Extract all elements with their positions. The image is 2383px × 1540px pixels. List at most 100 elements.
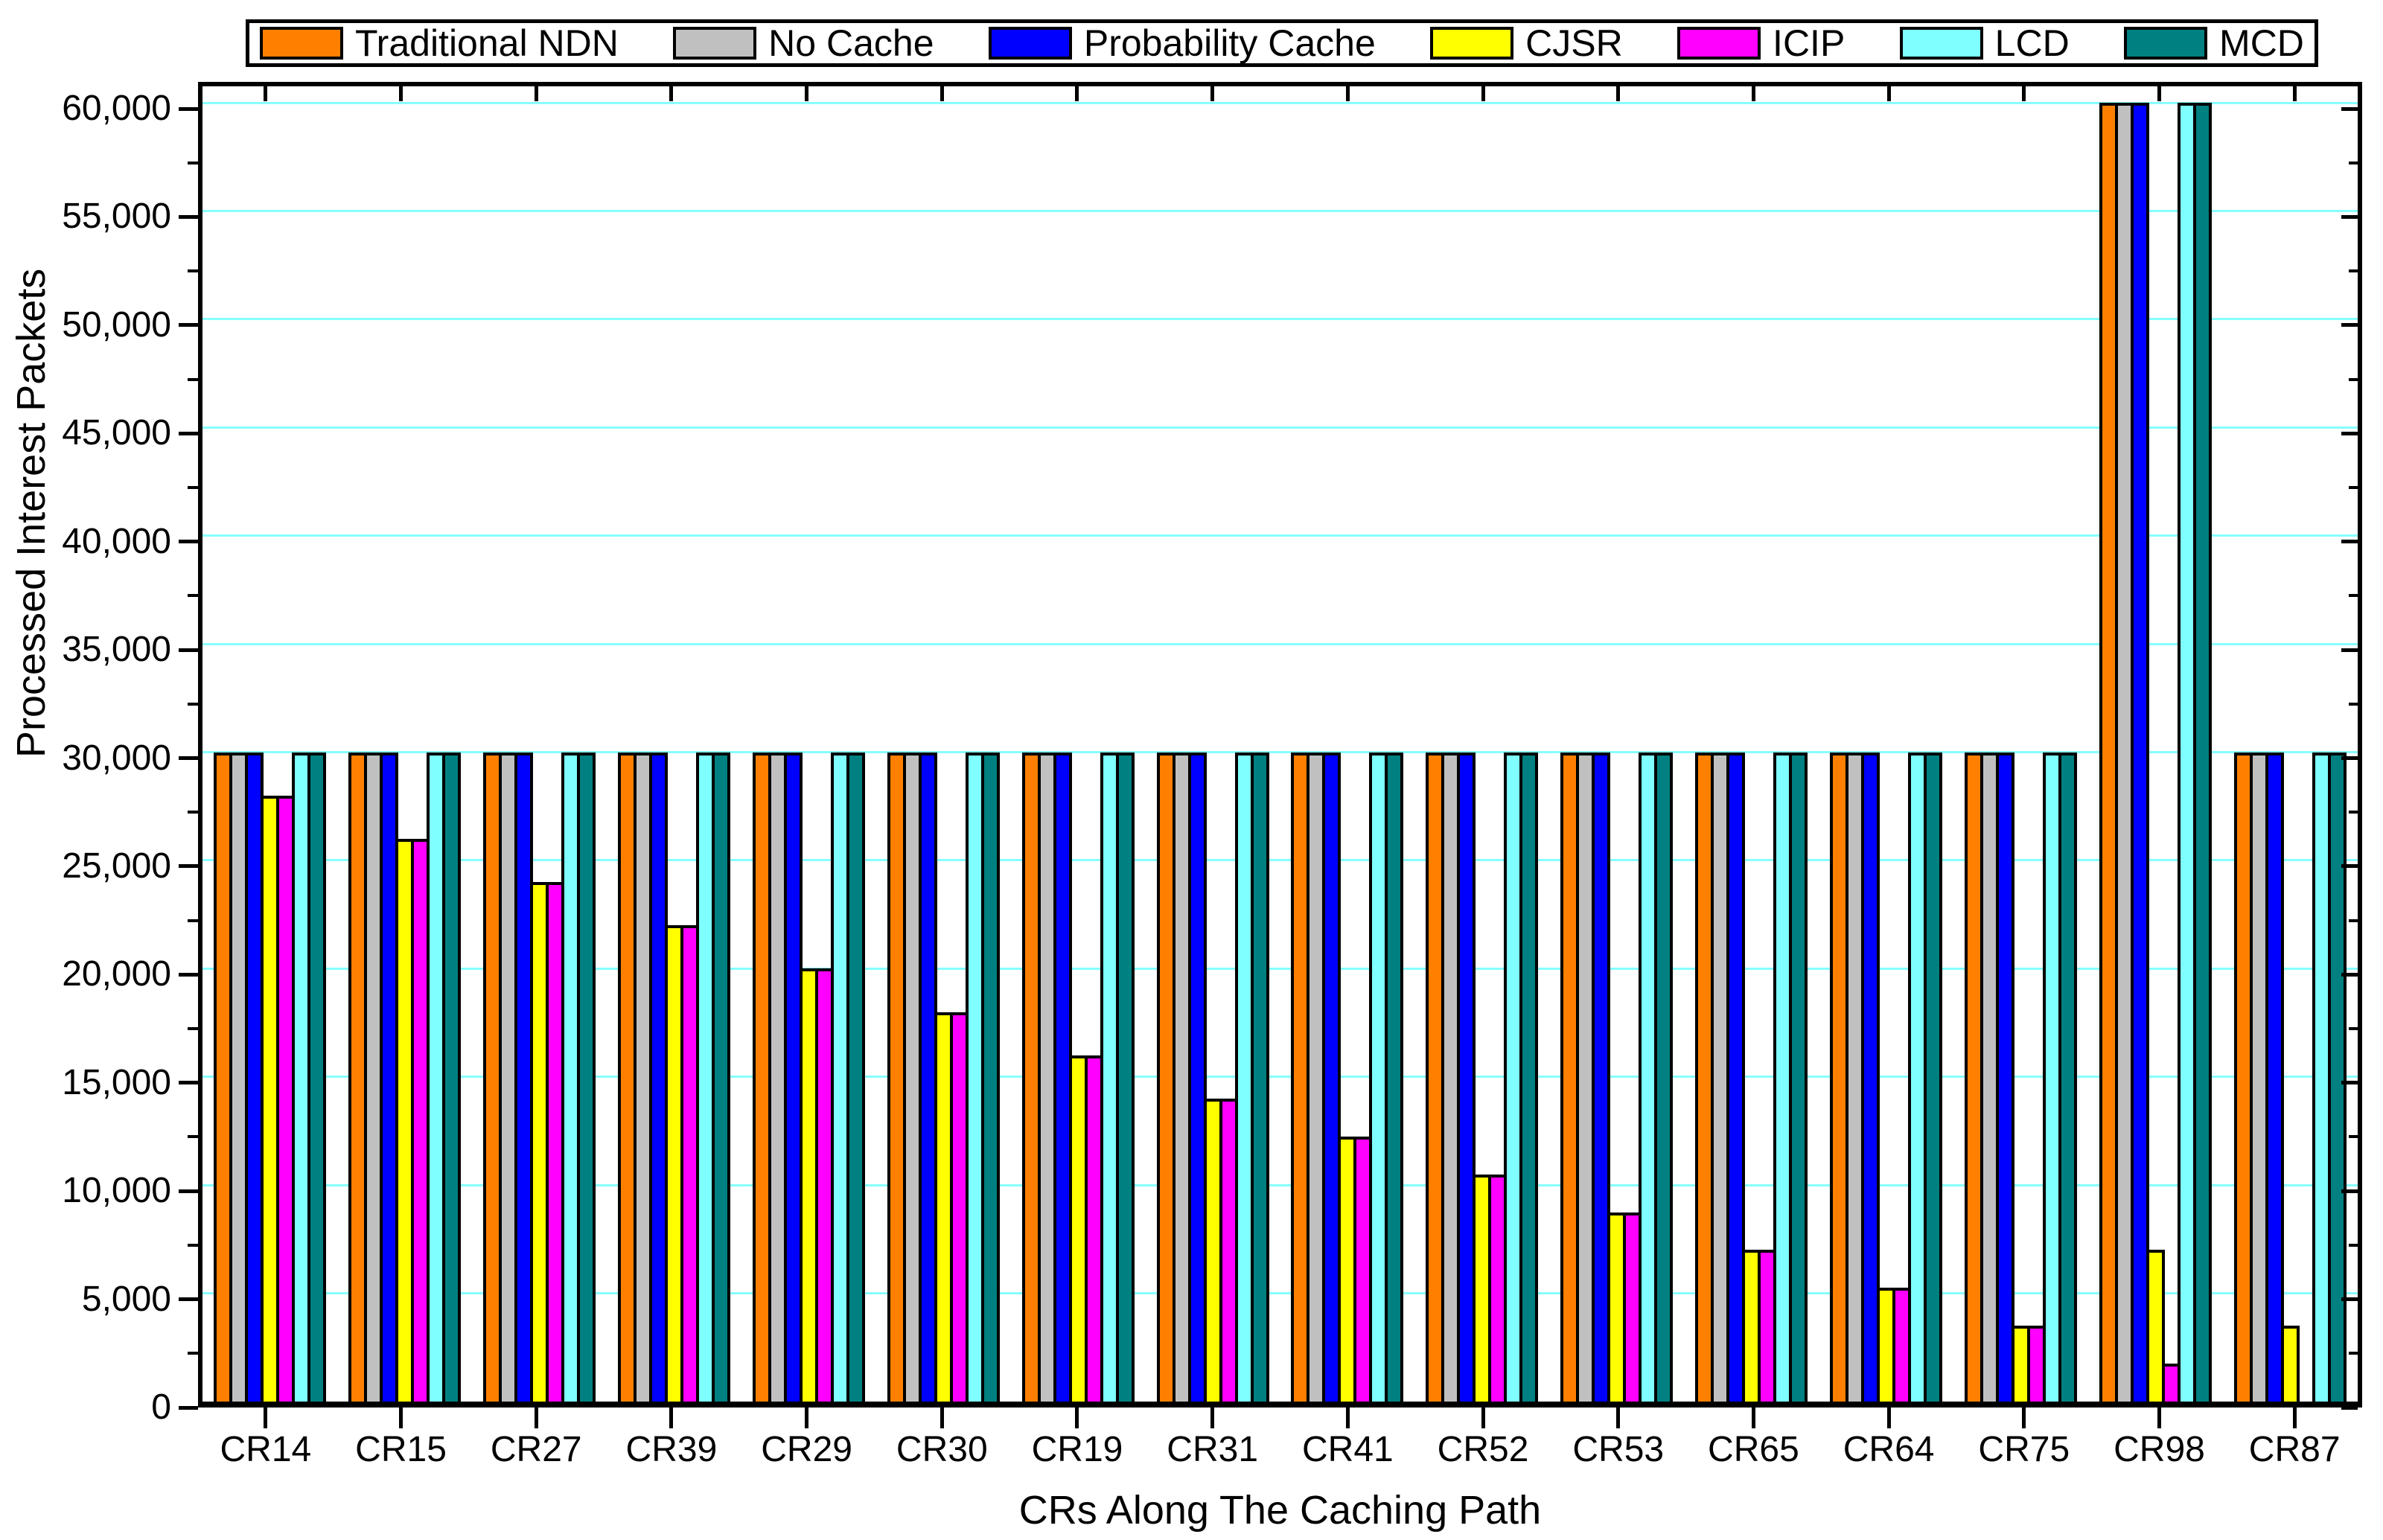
y-tick-label: 35,000 xyxy=(22,630,171,669)
x-tick-label: CR65 xyxy=(1685,1431,1821,1469)
tick-mark xyxy=(2341,1189,2358,1193)
legend-label: ICIP xyxy=(1773,24,1845,63)
tick-mark xyxy=(2341,432,2358,435)
tick-mark xyxy=(399,86,403,101)
tick-mark xyxy=(1210,86,1214,101)
y-tick-label: 40,000 xyxy=(22,523,171,561)
bar-CR65-mcd xyxy=(1789,753,1808,1402)
bar-CR75-probability-cache xyxy=(1996,753,2014,1402)
legend-item-3: CJSR xyxy=(1430,24,1623,63)
y-tick-label: 50,000 xyxy=(22,306,171,345)
legend-label: No Cache xyxy=(768,24,934,63)
legend-swatch-icon xyxy=(2124,27,2207,60)
bar-CR30-mcd xyxy=(981,753,1000,1402)
x-tick-label: CR31 xyxy=(1145,1431,1280,1469)
tick-mark xyxy=(179,215,198,219)
tick-mark xyxy=(2022,86,2026,101)
tick-mark xyxy=(1887,1408,1891,1428)
tick-mark xyxy=(2349,378,2358,381)
x-tick-label: CR27 xyxy=(468,1431,604,1469)
bar-group-CR15 xyxy=(337,86,472,1402)
tick-mark xyxy=(2293,1408,2297,1428)
y-tick-label: 0 xyxy=(22,1388,171,1427)
tick-mark xyxy=(188,269,198,272)
tick-mark xyxy=(1210,1408,1214,1428)
bar-CR14-mcd xyxy=(307,753,326,1402)
bar-CR52-mcd xyxy=(1519,753,1538,1402)
bar-CR87-mcd xyxy=(2328,753,2347,1402)
legend-label: MCD xyxy=(2219,24,2304,63)
tick-mark xyxy=(2349,162,2358,164)
tick-mark xyxy=(2349,811,2358,814)
tick-mark xyxy=(535,86,538,101)
legend-swatch-icon xyxy=(1430,27,1513,60)
x-tick-label: CR15 xyxy=(334,1431,469,1469)
tick-mark xyxy=(179,1081,198,1084)
tick-mark xyxy=(188,486,198,489)
bar-group-CR52 xyxy=(1414,86,1549,1402)
tick-mark xyxy=(188,811,198,814)
x-tick-label: CR30 xyxy=(874,1431,1009,1469)
tick-mark xyxy=(1075,1408,1079,1428)
bar-CR27-mcd xyxy=(577,753,596,1402)
legend-item-0: Traditional NDN xyxy=(260,24,619,63)
legend-label: LCD xyxy=(1995,24,2070,63)
tick-mark xyxy=(188,1135,198,1138)
tick-mark xyxy=(179,648,198,652)
tick-mark xyxy=(1346,86,1350,101)
tick-mark xyxy=(179,1406,198,1410)
tick-mark xyxy=(188,919,198,922)
x-tick-label: CR52 xyxy=(1415,1431,1551,1469)
tick-mark xyxy=(2349,919,2358,922)
bar-group-CR41 xyxy=(1280,86,1415,1402)
tick-mark xyxy=(2341,864,2358,868)
tick-mark xyxy=(264,86,267,101)
legend-item-1: No Cache xyxy=(673,24,934,63)
x-tick-label: CR75 xyxy=(1956,1431,2092,1469)
x-tick-label: CR53 xyxy=(1551,1431,1686,1469)
tick-mark xyxy=(1481,86,1485,101)
bar-group-CR31 xyxy=(1146,86,1280,1402)
tick-mark xyxy=(179,1297,198,1301)
tick-mark xyxy=(669,1408,673,1428)
bar-group-CR98 xyxy=(2088,86,2223,1402)
bar-group-CR14 xyxy=(202,86,337,1402)
bar-group-CR30 xyxy=(876,86,1011,1402)
tick-mark xyxy=(2349,269,2358,272)
tick-mark xyxy=(805,1408,808,1428)
bar-group-CR27 xyxy=(472,86,607,1402)
x-tick-label: CR39 xyxy=(604,1431,739,1469)
bar-CR98-mcd xyxy=(2193,103,2212,1402)
tick-mark xyxy=(1752,1408,1755,1428)
tick-mark xyxy=(179,432,198,435)
tick-mark xyxy=(188,378,198,381)
bar-CR87-probability-cache xyxy=(2265,753,2284,1402)
legend-swatch-icon xyxy=(673,27,756,60)
tick-mark xyxy=(188,1027,198,1030)
tick-mark xyxy=(1481,1408,1485,1428)
tick-mark xyxy=(2341,215,2358,219)
legend-swatch-icon xyxy=(1677,27,1761,60)
tick-mark xyxy=(179,864,198,868)
tick-mark xyxy=(2349,1135,2358,1138)
tick-mark xyxy=(179,973,198,977)
tick-mark xyxy=(2349,1352,2358,1355)
tick-mark xyxy=(264,1408,267,1428)
legend-item-6: MCD xyxy=(2124,24,2304,63)
bars-layer xyxy=(202,86,2358,1402)
tick-mark xyxy=(188,1352,198,1355)
tick-mark xyxy=(535,1408,538,1428)
bar-group-CR75 xyxy=(1953,86,2088,1402)
tick-mark xyxy=(2341,973,2358,977)
y-tick-label: 15,000 xyxy=(22,1064,171,1102)
tick-mark xyxy=(2293,86,2297,101)
tick-mark xyxy=(2349,1244,2358,1247)
tick-mark xyxy=(2349,703,2358,706)
tick-mark xyxy=(188,703,198,706)
legend-label: Probability Cache xyxy=(1084,24,1376,63)
tick-mark xyxy=(2341,1406,2358,1410)
tick-mark xyxy=(1887,86,1891,101)
bar-CR53-mcd xyxy=(1654,753,1673,1402)
tick-mark xyxy=(805,86,808,101)
y-tick-label: 30,000 xyxy=(22,739,171,778)
